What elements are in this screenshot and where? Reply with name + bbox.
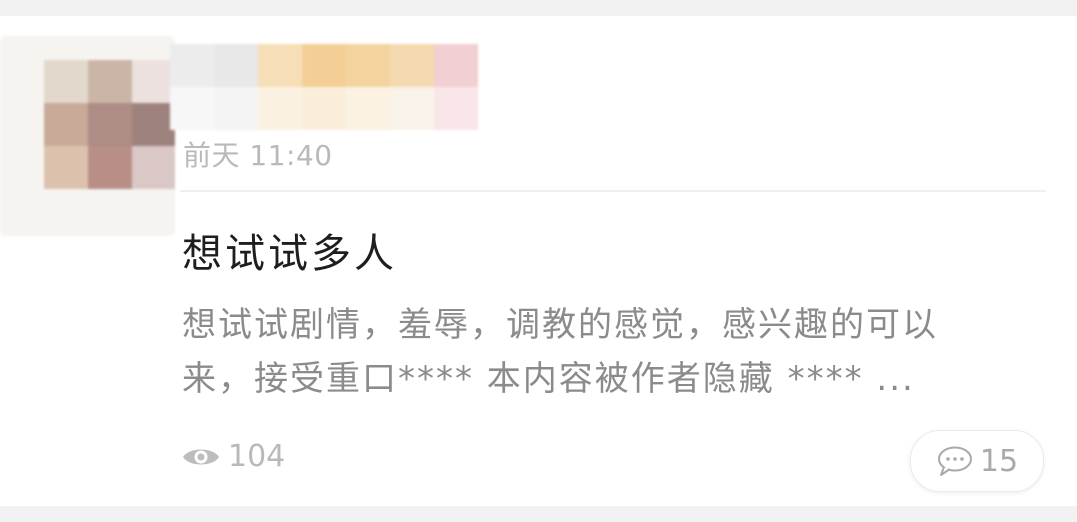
- excerpt-line: 来，接受重口**** 本内容被作者隐藏 **** ...: [182, 359, 915, 399]
- comment-bubble-icon: [937, 446, 972, 476]
- view-count: 104: [182, 439, 285, 474]
- comment-button[interactable]: 15: [910, 430, 1044, 492]
- post-time: 前天 11:40: [183, 139, 333, 172]
- post-excerpt[interactable]: 想试试剧情，羞辱，调教的感觉，感兴趣的可以 来，接受重口**** 本内容被作者隐…: [182, 298, 1042, 406]
- post-title[interactable]: 想试试多人: [182, 221, 397, 279]
- post-card[interactable]: 前天 11:40 想试试多人 想试试剧情，羞辱，调教的感觉，感兴趣的可以 来，接…: [0, 16, 1077, 506]
- eye-icon: [183, 449, 219, 464]
- avatar[interactable]: [0, 36, 175, 236]
- divider: [180, 190, 1046, 192]
- excerpt-line: 想试试剧情，羞辱，调教的感觉，感兴趣的可以: [182, 305, 938, 345]
- comment-count: 15: [979, 443, 1019, 479]
- view-count-value: 104: [228, 439, 286, 474]
- username-blurred[interactable]: [170, 44, 500, 132]
